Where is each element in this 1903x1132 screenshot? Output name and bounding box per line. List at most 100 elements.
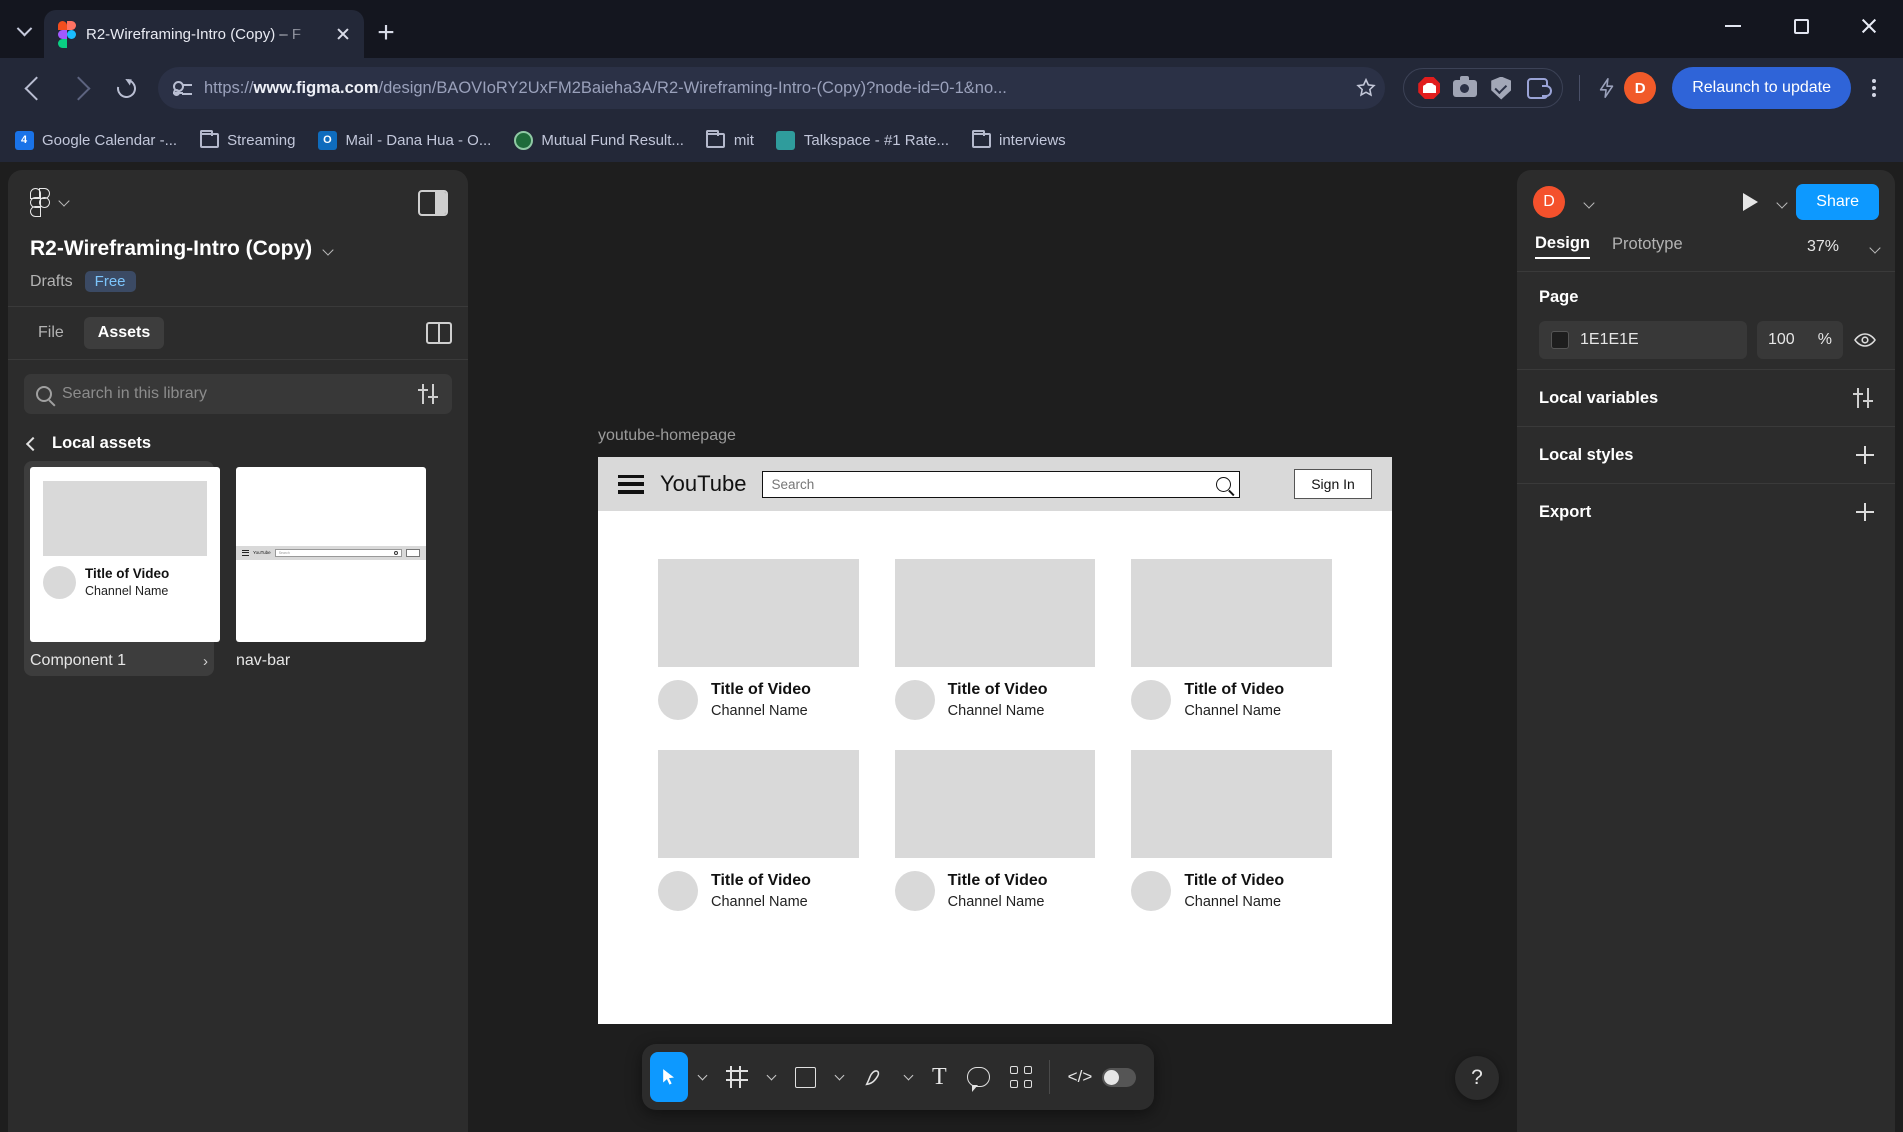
toggle-panel-icon[interactable]: [418, 189, 448, 216]
video-card[interactable]: Title of Video Channel Name: [1131, 750, 1332, 911]
asset-item-nav-bar[interactable]: YouTube Search nav-bar: [236, 467, 426, 676]
chevron-down-icon[interactable]: [1583, 197, 1595, 209]
bookmark-google-calendar[interactable]: 4 Google Calendar -...: [14, 130, 177, 150]
profile-avatar[interactable]: D: [1624, 72, 1657, 104]
file-location[interactable]: Drafts: [30, 273, 73, 291]
chevron-down-icon[interactable]: [1869, 241, 1881, 254]
chevron-down-icon[interactable]: [322, 244, 334, 256]
video-card[interactable]: Title of Video Channel Name: [658, 750, 859, 911]
video-card[interactable]: Title of Video Channel Name: [894, 750, 1096, 911]
page-color-chip[interactable]: 1E1E1E: [1539, 321, 1747, 359]
lightning-icon[interactable]: [1596, 77, 1618, 99]
filter-sliders-icon[interactable]: [418, 384, 440, 404]
minimize-button[interactable]: [1699, 0, 1767, 52]
tab-close-icon[interactable]: [330, 21, 356, 47]
shape-tool-dropdown[interactable]: [827, 1052, 852, 1102]
tab-search-button[interactable]: [4, 10, 44, 52]
forward-button[interactable]: [60, 68, 100, 108]
frame-name-label[interactable]: youtube-homepage: [598, 427, 736, 445]
plan-badge[interactable]: Free: [84, 271, 136, 292]
asset-search-bar[interactable]: [24, 374, 452, 414]
frame-tool-button[interactable]: [717, 1052, 757, 1102]
help-button[interactable]: ?: [1455, 1056, 1499, 1100]
tab-design[interactable]: Design: [1535, 234, 1591, 259]
comment-tool-button[interactable]: [958, 1052, 999, 1102]
video-card[interactable]: Title of Video Channel Name: [894, 559, 1096, 720]
library-book-icon[interactable]: [426, 322, 452, 344]
bookmark-interviews[interactable]: interviews: [971, 129, 1066, 150]
chevron-down-icon[interactable]: [1776, 197, 1788, 209]
plus-icon[interactable]: [1855, 502, 1875, 522]
move-tool-button[interactable]: [650, 1052, 688, 1102]
new-tab-button[interactable]: [364, 11, 408, 55]
assets-breadcrumb: Local assets: [8, 422, 468, 463]
video-card[interactable]: Title of Video Channel Name: [658, 559, 859, 720]
screenshot-camera-icon: [1453, 75, 1478, 97]
avatar[interactable]: D: [1533, 186, 1565, 218]
variables-icon[interactable]: [1853, 388, 1875, 408]
section-local-styles[interactable]: Local styles: [1517, 426, 1895, 483]
pen-tool-dropdown[interactable]: [896, 1052, 921, 1102]
eye-icon[interactable]: [1853, 328, 1877, 352]
close-window-button[interactable]: [1835, 0, 1903, 52]
zoom-level[interactable]: 37%: [1807, 238, 1839, 256]
share-button[interactable]: Share: [1796, 184, 1879, 220]
chevron-down-icon[interactable]: [58, 194, 70, 207]
section-export[interactable]: Export: [1517, 483, 1895, 540]
bookmark-talkspace[interactable]: Talkspace - #1 Rate...: [776, 130, 949, 150]
tab-file[interactable]: File: [24, 317, 78, 349]
pen-tool-button[interactable]: [854, 1052, 894, 1102]
color-swatch[interactable]: [1551, 331, 1569, 349]
bookmark-streaming[interactable]: Streaming: [199, 129, 295, 150]
browser-tab[interactable]: R2-Wireframing-Intro (Copy) – F: [44, 10, 364, 58]
screenshot-extension-button[interactable]: [1450, 73, 1480, 103]
address-bar[interactable]: https://www.figma.com/design/BAOVIoRY2Ux…: [158, 67, 1386, 109]
mockup-signin-button[interactable]: Sign In: [1294, 469, 1372, 499]
section-local-variables[interactable]: Local variables: [1517, 369, 1895, 426]
right-panel-top: D Share: [1517, 170, 1895, 234]
extensions-menu-button[interactable]: [1522, 73, 1552, 103]
mockup-search-field[interactable]: Search: [762, 470, 1241, 498]
frame-tool-dropdown[interactable]: [759, 1052, 784, 1102]
reload-button[interactable]: [106, 68, 146, 108]
site-settings-icon[interactable]: [172, 77, 194, 99]
bookmark-mail[interactable]: O Mail - Dana Hua - O...: [317, 130, 491, 150]
bookmark-mutual-fund[interactable]: Mutual Fund Result...: [513, 130, 684, 150]
youtube-homepage-frame[interactable]: YouTube Search Sign In Title of Video Ch…: [598, 457, 1392, 1024]
hamburger-menu-icon[interactable]: [618, 474, 644, 494]
tab-prototype[interactable]: Prototype: [1612, 235, 1683, 258]
asset-item-component-1[interactable]: Title of Video Channel Name Component 1 …: [24, 461, 220, 676]
file-name-row[interactable]: R2-Wireframing-Intro (Copy): [30, 237, 448, 261]
move-tool-dropdown[interactable]: [690, 1052, 715, 1102]
video-card[interactable]: Title of Video Channel Name: [1131, 559, 1332, 720]
back-button[interactable]: [14, 68, 54, 108]
dev-mode-toggle[interactable]: </>: [1058, 1052, 1147, 1102]
adblock-extension-button[interactable]: [1414, 73, 1444, 103]
asset-thumbnail[interactable]: Title of Video Channel Name: [30, 467, 220, 642]
search-icon: [394, 550, 398, 555]
reload-icon: [112, 74, 140, 102]
actions-tool-button[interactable]: [1001, 1052, 1041, 1102]
channel-avatar: [894, 871, 935, 911]
browser-menu-icon[interactable]: [1859, 68, 1889, 108]
shield-extension-button[interactable]: [1486, 73, 1516, 103]
shape-tool-button[interactable]: [786, 1052, 825, 1102]
maximize-button[interactable]: [1767, 0, 1835, 52]
asset-thumbnail[interactable]: YouTube Search: [236, 467, 426, 642]
present-button[interactable]: [1743, 193, 1759, 211]
relaunch-to-update-button[interactable]: Relaunch to update: [1672, 67, 1851, 109]
bookmark-mit[interactable]: mit: [706, 129, 754, 150]
video-meta: Title of Video Channel Name: [658, 871, 859, 911]
asset-expand-chevron-icon[interactable]: ›: [203, 653, 208, 670]
tab-assets[interactable]: Assets: [83, 317, 165, 349]
back-chevron-icon[interactable]: [25, 436, 41, 451]
figma-logo-icon[interactable]: [30, 188, 50, 217]
url-prefix: https://: [204, 78, 254, 97]
outlook-icon: O: [317, 130, 337, 150]
text-tool-button[interactable]: T: [923, 1052, 956, 1102]
bookmark-star-icon[interactable]: [1355, 77, 1377, 99]
plus-icon[interactable]: [1855, 445, 1875, 465]
dev-mode-switch[interactable]: [1102, 1067, 1137, 1087]
page-opacity-field[interactable]: 100 %: [1757, 321, 1843, 359]
search-input[interactable]: [62, 385, 408, 403]
